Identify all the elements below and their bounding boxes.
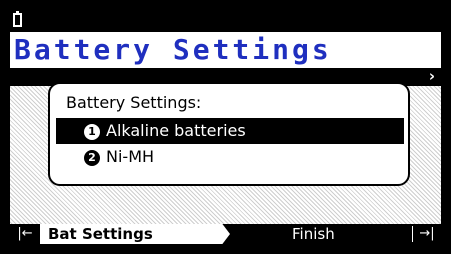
battery-settings-dialog: Battery Settings: 1 Alkaline batteries 2N… bbox=[48, 82, 410, 186]
softkey-bar: |← Bat Settings Finish →| bbox=[10, 224, 441, 244]
option-alkaline-batteries[interactable]: 1 Alkaline batteries bbox=[56, 118, 404, 144]
first-step-icon[interactable]: |← bbox=[12, 224, 38, 244]
status-bar bbox=[10, 10, 441, 32]
last-step-icon[interactable]: →| bbox=[415, 224, 439, 244]
number-badge-icon: 2 bbox=[84, 150, 100, 166]
page-title: Battery Settings bbox=[14, 33, 332, 66]
softkey-divider bbox=[412, 226, 413, 242]
tab-finish[interactable]: Finish bbox=[292, 224, 335, 244]
option-ni-mh[interactable]: 2 Ni-MH bbox=[56, 144, 404, 170]
dialog-title: Battery Settings: bbox=[66, 93, 202, 112]
option-label: Alkaline batteries bbox=[106, 121, 246, 140]
chevron-right-icon[interactable]: › bbox=[429, 67, 435, 85]
option-label: Ni-MH bbox=[106, 147, 155, 166]
battery-icon bbox=[13, 11, 22, 27]
tab-bat-settings-label: Bat Settings bbox=[48, 225, 153, 243]
title-row: Battery Settings bbox=[10, 32, 441, 68]
device-bezel: Battery Settings › Battery Settings: 1 Al… bbox=[0, 0, 451, 254]
calculator-screen: Battery Settings › Battery Settings: 1 Al… bbox=[10, 10, 441, 244]
number-badge-icon: 1 bbox=[84, 124, 100, 140]
